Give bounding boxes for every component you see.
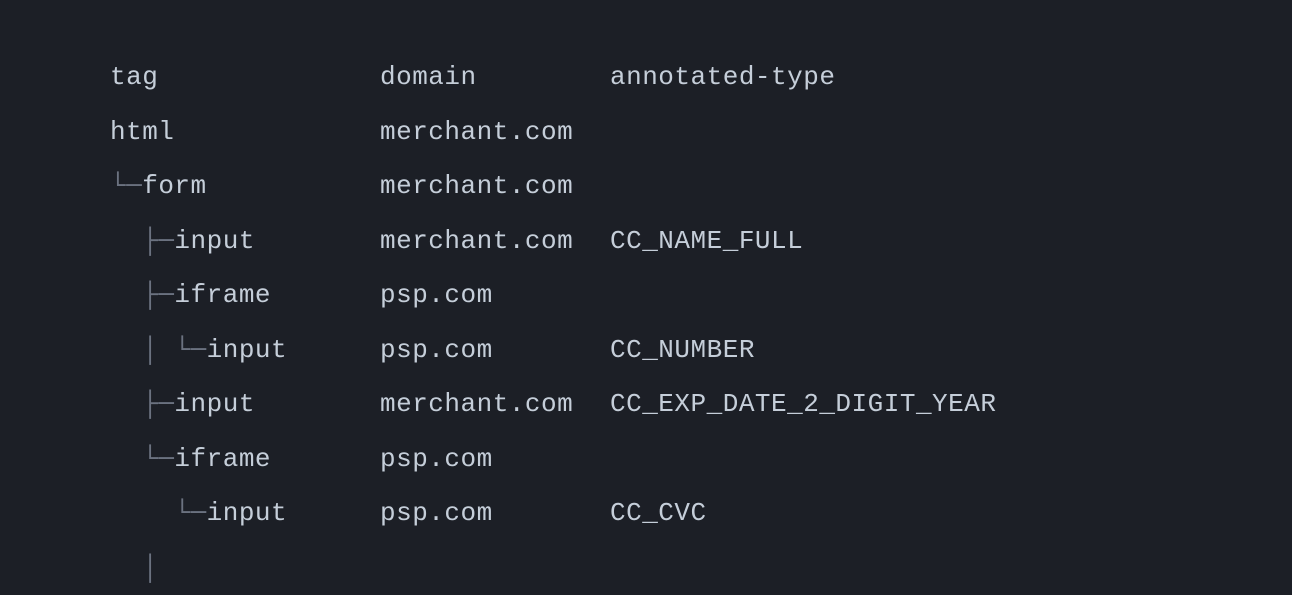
tree-row: └─form merchant.com (110, 159, 1292, 214)
header-tag: tag (110, 62, 380, 92)
tree-row: │ └─input psp.com CC_NUMBER (110, 323, 1292, 378)
tag-cell: form (142, 171, 206, 201)
domain-cell: psp.com (380, 280, 610, 310)
tree-glyph-icon: ├─ (110, 226, 174, 256)
domain-cell: merchant.com (380, 389, 610, 419)
tree-glyph-icon: ├─ (110, 389, 174, 419)
tree-row: └─input psp.com CC_CVC (110, 486, 1292, 541)
domain-cell: psp.com (380, 498, 610, 528)
header-domain: domain (380, 62, 610, 92)
tree-glyph-icon: └─ (110, 444, 174, 474)
type-cell: CC_NAME_FULL (610, 226, 803, 256)
header-annotated-type: annotated-type (610, 62, 835, 92)
type-cell: CC_NUMBER (610, 335, 755, 365)
table-header-row: tag domain annotated-type (110, 50, 1292, 105)
tag-cell: iframe (174, 444, 271, 474)
domain-cell: merchant.com (380, 171, 610, 201)
tag-cell: input (174, 226, 255, 256)
tag-cell: input (174, 389, 255, 419)
tree-row: html merchant.com (110, 105, 1292, 160)
tree-row: └─iframe psp.com (110, 432, 1292, 487)
tag-cell: html (110, 117, 174, 147)
tag-cell: input (207, 498, 288, 528)
tree-glyph-icon: └─ (110, 171, 142, 201)
domain-cell: merchant.com (380, 117, 610, 147)
tree-glyph-icon: │ (110, 553, 158, 583)
domain-cell: psp.com (380, 335, 610, 365)
domain-cell: merchant.com (380, 226, 610, 256)
tree-row: │ (110, 541, 1292, 595)
tag-cell: input (207, 335, 288, 365)
tree-row: ├─input merchant.com CC_NAME_FULL (110, 214, 1292, 269)
type-cell: CC_CVC (610, 498, 707, 528)
type-cell: CC_EXP_DATE_2_DIGIT_YEAR (610, 389, 996, 419)
tree-row: ├─iframe psp.com (110, 268, 1292, 323)
tree-row: ├─input merchant.com CC_EXP_DATE_2_DIGIT… (110, 377, 1292, 432)
tree-glyph-icon: ├─ (110, 280, 174, 310)
domain-cell: psp.com (380, 444, 610, 474)
tag-cell: iframe (174, 280, 271, 310)
tree-glyph-icon: │ └─ (110, 335, 207, 365)
tree-glyph-icon: └─ (110, 498, 207, 528)
